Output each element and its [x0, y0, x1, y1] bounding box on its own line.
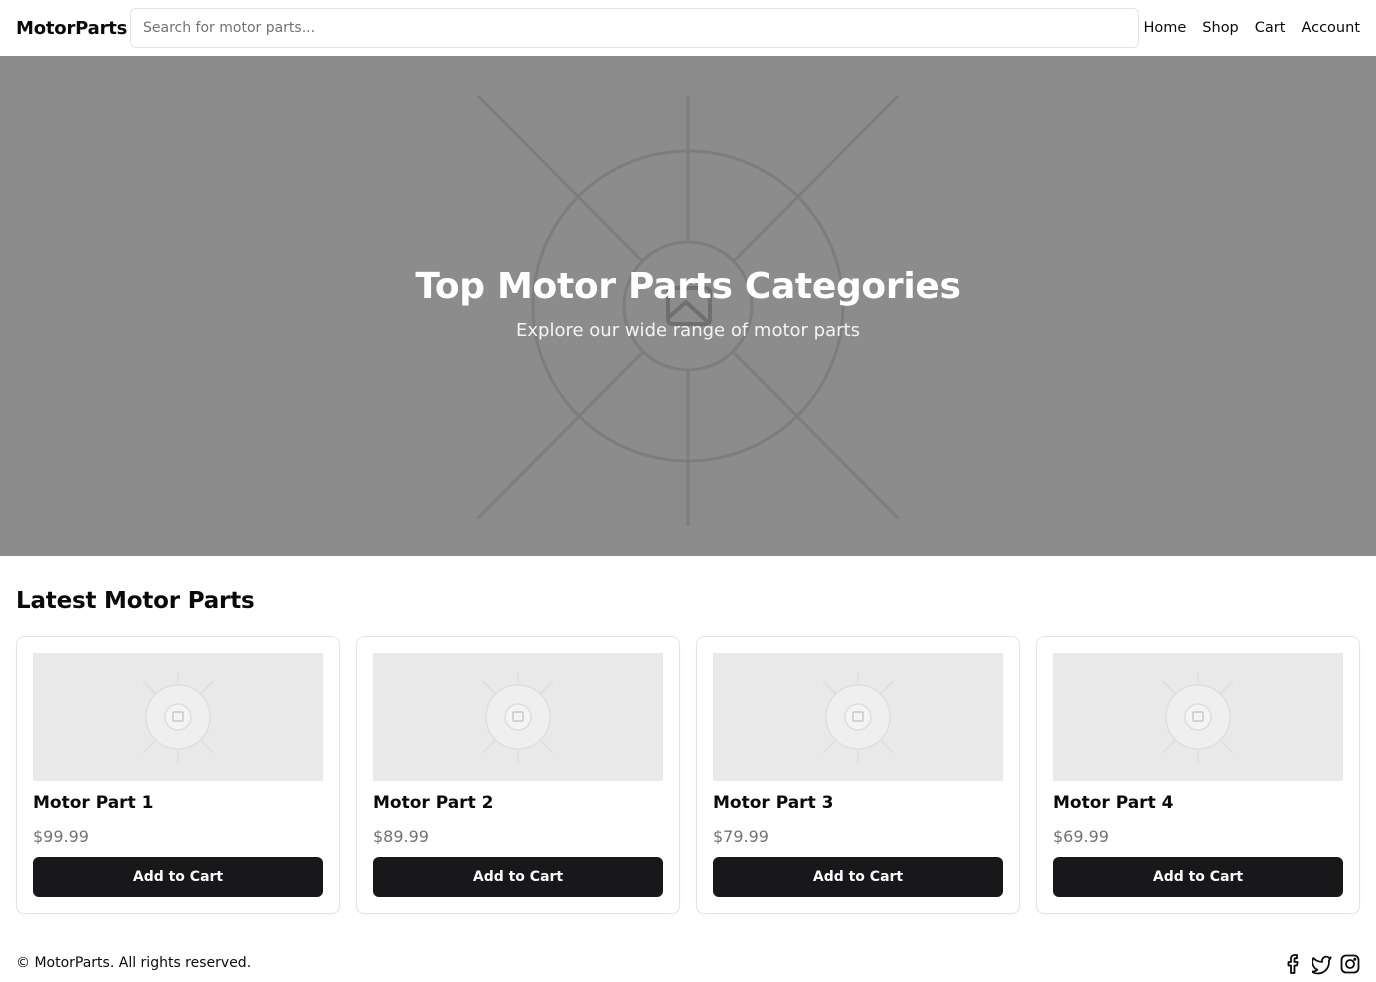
product-price: $79.99 — [713, 827, 769, 846]
product-image[interactable] — [33, 653, 323, 781]
site-header: MotorParts Home Shop Cart Account — [0, 0, 1376, 56]
nav-shop-link[interactable]: Shop — [1202, 20, 1238, 36]
image-placeholder-icon — [822, 673, 894, 763]
product-price: $69.99 — [1053, 827, 1109, 846]
search-input[interactable] — [130, 8, 1139, 48]
facebook-icon[interactable] — [1284, 953, 1304, 975]
image-placeholder-icon — [1162, 673, 1234, 763]
product-price: $99.99 — [33, 827, 89, 846]
product-price: $89.99 — [373, 827, 429, 846]
product-image[interactable] — [1053, 653, 1343, 781]
hero-banner: Top Motor Parts Categories Explore our w… — [0, 56, 1376, 556]
product-card: Motor Part 4 $69.99 Add to Cart — [1036, 636, 1360, 914]
product-card: Motor Part 2 $89.99 Add to Cart — [356, 636, 680, 914]
brand-logo[interactable]: MotorParts — [16, 18, 127, 39]
hero-title: Top Motor Parts Categories — [415, 266, 961, 307]
nav-cart-link[interactable]: Cart — [1255, 20, 1286, 36]
product-name[interactable]: Motor Part 1 — [33, 793, 323, 815]
product-name[interactable]: Motor Part 4 — [1053, 793, 1343, 815]
instagram-icon[interactable] — [1340, 953, 1360, 975]
hero-subtitle: Explore our wide range of motor parts — [516, 320, 860, 341]
add-to-cart-button[interactable]: Add to Cart — [373, 857, 663, 897]
product-image[interactable] — [373, 653, 663, 781]
twitter-icon[interactable] — [1310, 953, 1332, 975]
product-name[interactable]: Motor Part 3 — [713, 793, 1003, 815]
product-grid: Motor Part 1 $99.99 Add to Cart Motor Pa — [16, 636, 1360, 914]
add-to-cart-button[interactable]: Add to Cart — [33, 857, 323, 897]
nav-home-link[interactable]: Home — [1143, 20, 1186, 36]
social-links — [1284, 953, 1360, 975]
copyright-text: © MotorParts. All rights reserved. — [16, 955, 252, 971]
main-nav: Home Shop Cart Account — [1143, 0, 1360, 56]
product-card: Motor Part 3 $79.99 Add to Cart — [696, 636, 1020, 914]
section-title: Latest Motor Parts — [16, 588, 255, 614]
product-card: Motor Part 1 $99.99 Add to Cart — [16, 636, 340, 914]
add-to-cart-button[interactable]: Add to Cart — [713, 857, 1003, 897]
add-to-cart-button[interactable]: Add to Cart — [1053, 857, 1343, 897]
product-image[interactable] — [713, 653, 1003, 781]
image-placeholder-icon — [142, 673, 214, 763]
product-name[interactable]: Motor Part 2 — [373, 793, 663, 815]
image-placeholder-icon — [482, 673, 554, 763]
nav-account-link[interactable]: Account — [1301, 20, 1360, 36]
